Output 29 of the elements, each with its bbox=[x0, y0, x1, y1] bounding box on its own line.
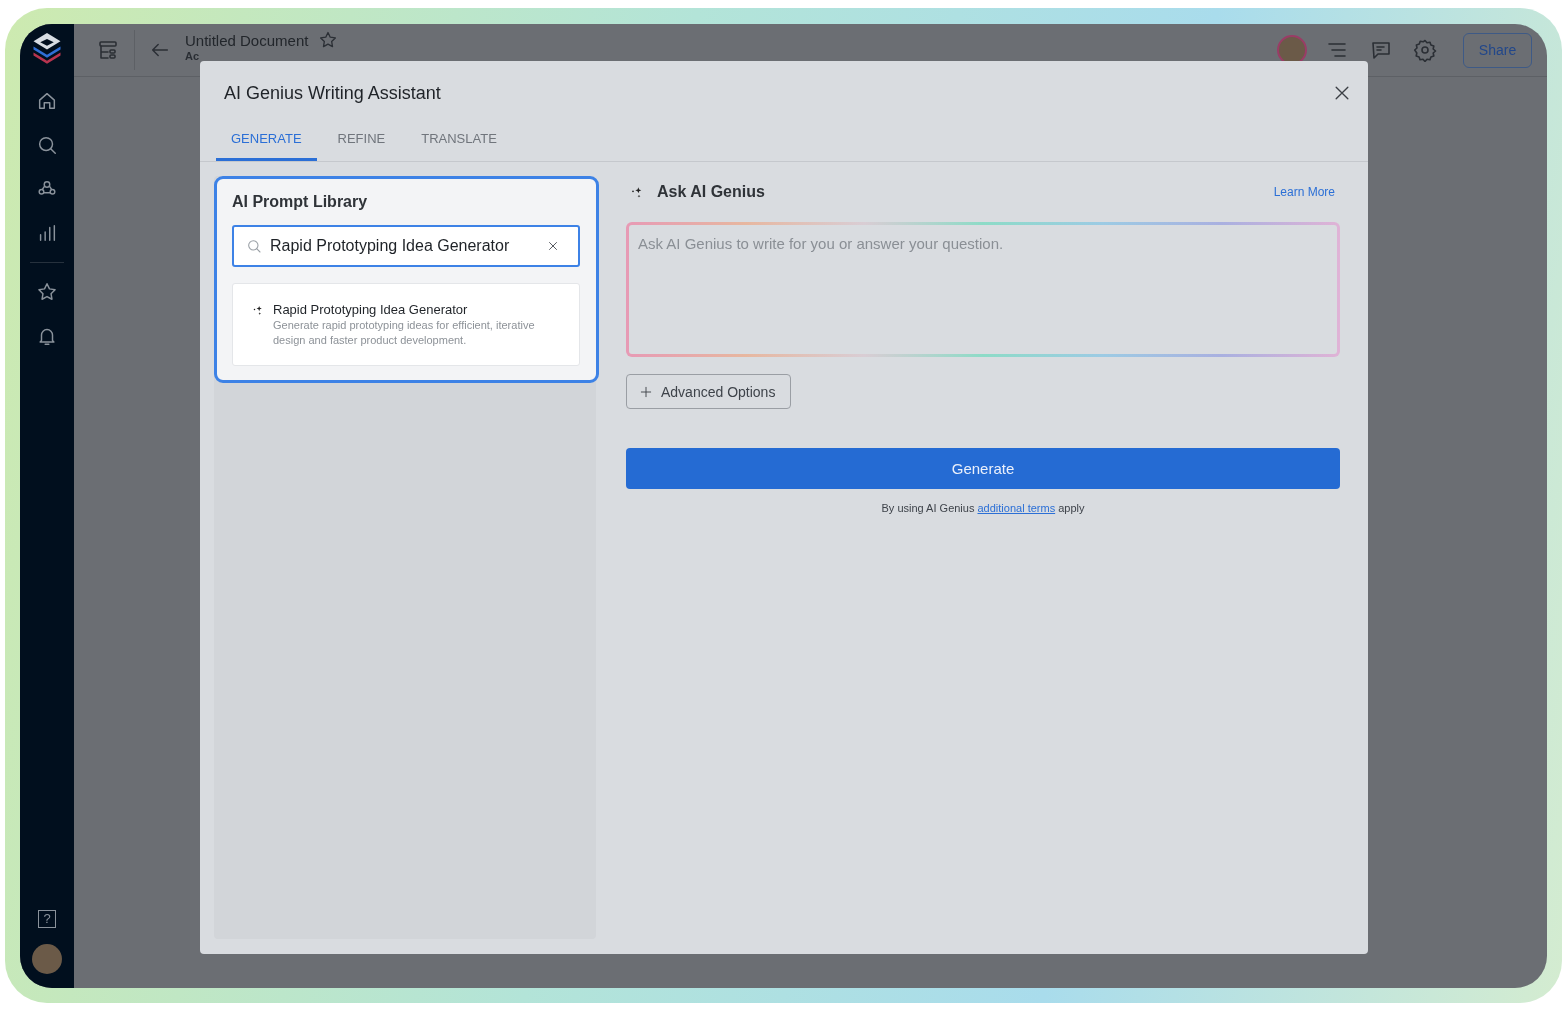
learn-more-link[interactable]: Learn More bbox=[1273, 185, 1335, 199]
star-icon[interactable] bbox=[36, 281, 58, 303]
document-subtitle: Ac bbox=[185, 50, 201, 62]
star-icon[interactable] bbox=[318, 30, 339, 50]
settings-icon[interactable] bbox=[1413, 38, 1437, 62]
search-icon bbox=[246, 238, 262, 254]
tab[interactable]: TRANSLATE bbox=[406, 123, 512, 161]
generate-button[interactable]: Generate bbox=[626, 448, 1340, 489]
search-icon[interactable] bbox=[36, 134, 58, 156]
prompt-field[interactable]: Ask AI Genius to write for you or answer your question. bbox=[626, 222, 1340, 357]
prompt-result[interactable]: Rapid Prototyping Idea Generator Generate rapid prototyping ideas for efficient, iterative design and faster product development. bbox=[232, 283, 580, 366]
home-icon[interactable] bbox=[36, 90, 58, 112]
terms-text: By using AI Genius additional terms apply bbox=[880, 502, 1086, 514]
advanced-options-button[interactable]: Advanced Options bbox=[626, 374, 792, 409]
terms-link[interactable]: additional terms bbox=[977, 502, 1056, 514]
tab[interactable]: REFINE bbox=[322, 123, 401, 161]
ask-title: Ask AI Genius bbox=[657, 183, 765, 201]
library-title: AI Prompt Library bbox=[232, 193, 369, 211]
avatar[interactable] bbox=[32, 944, 62, 974]
document-title: Untitled Document bbox=[185, 31, 309, 49]
tab[interactable]: GENERATE bbox=[216, 123, 317, 161]
result-title: Rapid Prototyping Idea Generator bbox=[273, 302, 469, 317]
search-field[interactable]: Rapid Prototyping Idea Generator bbox=[232, 225, 580, 267]
clear-icon[interactable] bbox=[546, 239, 560, 253]
plus-icon bbox=[639, 384, 653, 399]
list-layout-icon[interactable] bbox=[96, 38, 120, 62]
dialog-title: AI Genius Writing Assistant bbox=[224, 82, 441, 104]
help-button[interactable]: ? bbox=[38, 910, 56, 928]
result-description: Generate rapid prototyping ideas for efficient, iterative design and faster product development. bbox=[273, 318, 536, 348]
